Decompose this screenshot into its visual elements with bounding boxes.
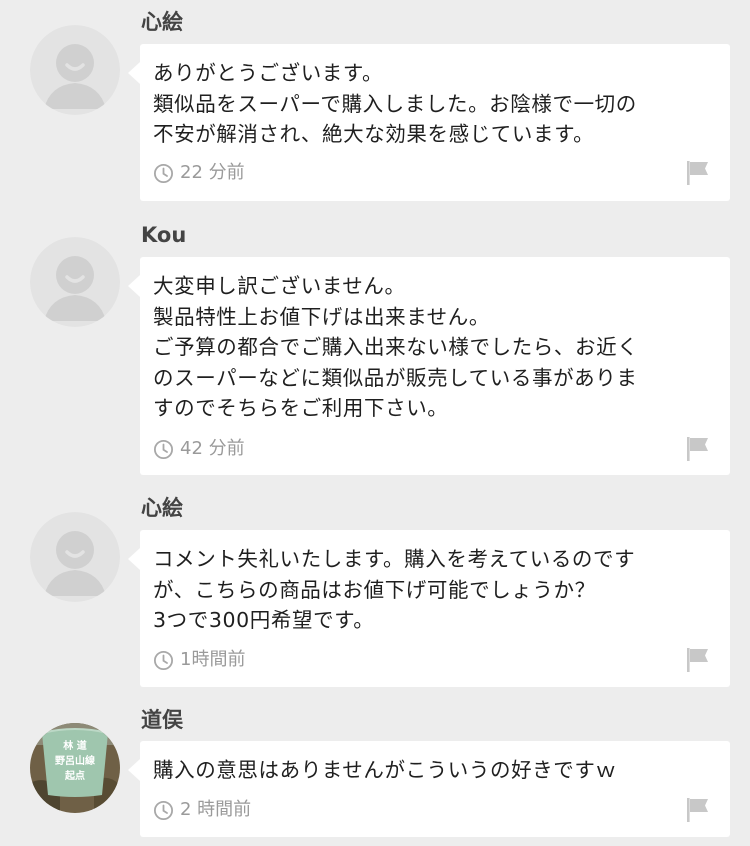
avatar[interactable]: 林 道 野呂山線 起点	[30, 723, 120, 813]
avatar[interactable]	[30, 25, 120, 115]
comment-username[interactable]: Kou	[141, 222, 186, 248]
comment-message: コメント失礼いたします。購入を考えているのです が、こちらの商品はお値下げ可能で…	[153, 547, 636, 632]
comment-bubble: コメント失礼いたします。購入を考えているのです が、こちらの商品はお値下げ可能で…	[128, 530, 730, 687]
comment-timestamp: 1時間前	[153, 649, 245, 671]
avatar[interactable]	[30, 512, 120, 602]
clock-icon	[153, 650, 174, 671]
comment-item: 心絵 コメント失礼いたします。購入を考えているのです が、こちらの商品はお値下げ…	[0, 485, 750, 695]
person-silhouette-icon	[30, 512, 120, 602]
clock-icon	[153, 439, 174, 460]
comment-timestamp: 2 時間前	[153, 799, 251, 821]
comment-time-label: 2 時間前	[180, 799, 252, 820]
comment-bubble: ありがとうございます。 類似品をスーパーで購入しました。お陰様で一切の 不安が解…	[128, 44, 730, 201]
comment-timestamp: 22 分前	[153, 162, 245, 184]
comment-message: 購入の意思はありませんがこういうの好きですｗ	[153, 758, 617, 782]
comment-timestamp: 42 分前	[153, 438, 245, 460]
comment-time-label: 42 分前	[180, 438, 245, 459]
person-silhouette-icon	[30, 237, 120, 327]
comment-bubble: 大変申し訳ございません。 製品特性上お値下げは出来ません。 ご予算の都合でご購入…	[128, 257, 730, 475]
comment-thread: 心絵 ありがとうございます。 類似品をスーパーで購入しました。お陰様で一切の 不…	[0, 0, 750, 846]
comment-time-label: 1時間前	[180, 649, 246, 670]
comment-bubble: 購入の意思はありませんがこういうの好きですｗ 2 時間前	[128, 741, 730, 837]
comment-time-label: 22 分前	[180, 162, 245, 183]
comment-item: Kou 大変申し訳ございません。 製品特性上お値下げは出来ません。 ご予算の都合…	[0, 210, 750, 485]
flag-icon[interactable]	[686, 436, 710, 462]
flag-icon[interactable]	[686, 797, 710, 823]
flag-icon[interactable]	[686, 160, 710, 186]
comment-message: ありがとうございます。 類似品をスーパーで購入しました。お陰様で一切の 不安が解…	[153, 61, 637, 146]
comment-username[interactable]: 道俣	[141, 707, 183, 733]
road-sign-text: 林 道 野呂山線 起点	[55, 741, 95, 782]
comment-item: 林 道 野呂山線 起点 道俣 購入の意思はありませんがこういうの好きですｗ 2 …	[0, 695, 750, 846]
comment-message: 大変申し訳ございません。 製品特性上お値下げは出来ません。 ご予算の都合でご購入…	[153, 274, 639, 420]
clock-icon	[153, 163, 174, 184]
comment-username[interactable]: 心絵	[141, 9, 183, 35]
comment-username[interactable]: 心絵	[141, 495, 183, 521]
flag-icon[interactable]	[686, 647, 710, 673]
avatar[interactable]	[30, 237, 120, 327]
person-silhouette-icon	[30, 25, 120, 115]
comment-item: 心絵 ありがとうございます。 類似品をスーパーで購入しました。お陰様で一切の 不…	[0, 0, 750, 210]
clock-icon	[153, 800, 174, 821]
